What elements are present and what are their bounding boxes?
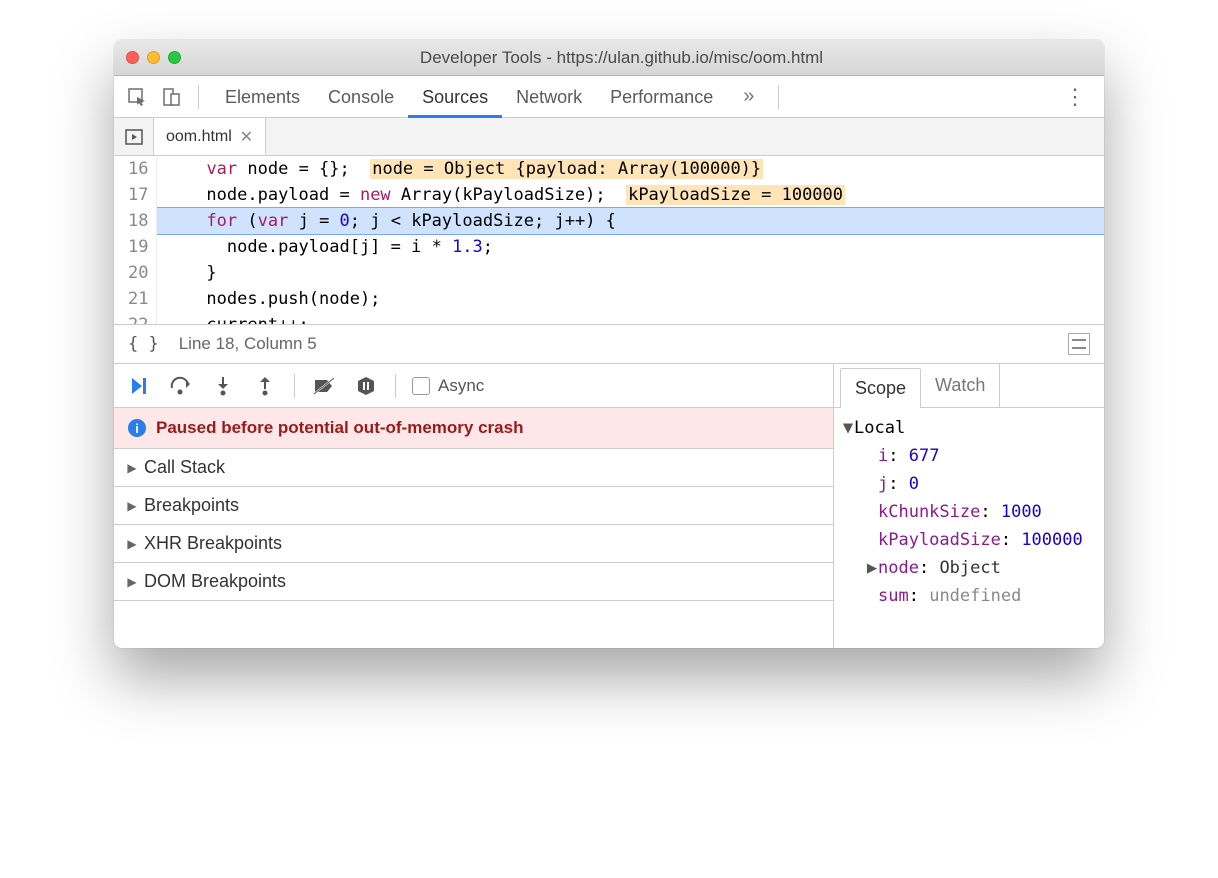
step-out-button[interactable] [252,373,278,399]
devtools-window: Developer Tools - https://ulan.github.io… [114,40,1104,648]
tab-network[interactable]: Network [502,76,596,118]
scope-variables: ▼Local i: 677j: 0kChunkSize: 1000kPayloa… [834,408,1104,616]
file-tab-oom-html[interactable]: oom.html ✕ [154,118,266,155]
pause-on-exceptions-button[interactable] [353,373,379,399]
devtools-panel-tabs: ElementsConsoleSourcesNetworkPerformance… [114,76,1104,118]
code-line-20[interactable]: } [157,260,1104,286]
scope-group-local[interactable]: ▼Local [842,414,1096,442]
navigator-toggle-icon[interactable] [114,118,154,155]
scope-var-kPayloadSize[interactable]: kPayloadSize: 100000 [842,526,1096,554]
debugger-pane: Async i Paused before potential out-of-m… [114,364,1104,648]
pause-reason-banner: i Paused before potential out-of-memory … [114,408,833,449]
deactivate-breakpoints-button[interactable] [311,373,337,399]
history-dropdown-icon[interactable] [1068,333,1090,355]
debugger-toolbar: Async [114,364,833,408]
close-tab-icon[interactable]: ✕ [240,127,253,147]
section-dom-breakpoints[interactable]: ▶DOM Breakpoints [114,563,833,601]
separator [198,85,199,109]
tab-performance[interactable]: Performance [596,76,727,118]
info-icon: i [128,419,146,437]
scope-watch-tabs: ScopeWatch [834,364,1104,408]
checkbox-icon[interactable] [412,377,430,395]
step-over-button[interactable] [168,373,194,399]
section-xhr-breakpoints[interactable]: ▶XHR Breakpoints [114,525,833,563]
async-checkbox[interactable]: Async [412,376,484,396]
separator [294,374,295,398]
code-editor[interactable]: 16171819202122 var node = {}; node = Obj… [114,156,1104,324]
tab-sources[interactable]: Sources [408,76,502,118]
code-line-18[interactable]: for (var j = 0; j < kPayloadSize; j++) { [157,208,1104,234]
section-call-stack[interactable]: ▶Call Stack [114,449,833,487]
code-line-21[interactable]: nodes.push(node); [157,286,1104,312]
code-line-19[interactable]: node.payload[j] = i * 1.3; [157,234,1104,260]
async-label: Async [438,376,484,396]
debugger-left: Async i Paused before potential out-of-m… [114,364,834,648]
pause-reason-text: Paused before potential out-of-memory cr… [156,418,523,438]
device-toolbar-icon[interactable] [156,82,186,112]
cursor-position: Line 18, Column 5 [179,334,317,354]
close-window-button[interactable] [126,51,139,64]
section-breakpoints[interactable]: ▶Breakpoints [114,487,833,525]
scope-var-i[interactable]: i: 677 [842,442,1096,470]
pretty-print-icon[interactable]: { } [128,334,159,354]
line-number-gutter: 16171819202122 [114,156,157,324]
scope-group-label: Local [854,418,905,438]
tab-elements[interactable]: Elements [211,76,314,118]
tab-console[interactable]: Console [314,76,408,118]
scope-var-node[interactable]: ▶node: Object [842,554,1096,582]
scope-panel: ScopeWatch ▼Local i: 677j: 0kChunkSize: … [834,364,1104,648]
resume-button[interactable] [126,373,152,399]
file-tab-label: oom.html [166,128,232,146]
titlebar: Developer Tools - https://ulan.github.io… [114,40,1104,76]
step-into-button[interactable] [210,373,236,399]
code-line-17[interactable]: node.payload = new Array(kPayloadSize); … [157,182,1104,208]
code-line-22[interactable]: current++; [157,312,1104,324]
settings-menu-icon[interactable]: ⋮ [1054,84,1096,110]
separator [778,85,779,109]
editor-status-bar: { } Line 18, Column 5 [114,324,1104,364]
scope-tab-scope[interactable]: Scope [840,368,921,408]
window-title: Developer Tools - https://ulan.github.io… [151,48,1092,68]
code-body[interactable]: var node = {}; node = Object {payload: A… [157,156,1104,324]
code-line-16[interactable]: var node = {}; node = Object {payload: A… [157,156,1104,182]
separator [395,374,396,398]
scope-var-sum[interactable]: sum: undefined [842,582,1096,610]
inspect-element-icon[interactable] [122,82,152,112]
tabs-overflow-button[interactable]: » [731,85,766,108]
scope-var-kChunkSize[interactable]: kChunkSize: 1000 [842,498,1096,526]
scope-tab-watch[interactable]: Watch [921,364,1000,407]
file-tabs: oom.html ✕ [114,118,1104,156]
scope-var-j[interactable]: j: 0 [842,470,1096,498]
